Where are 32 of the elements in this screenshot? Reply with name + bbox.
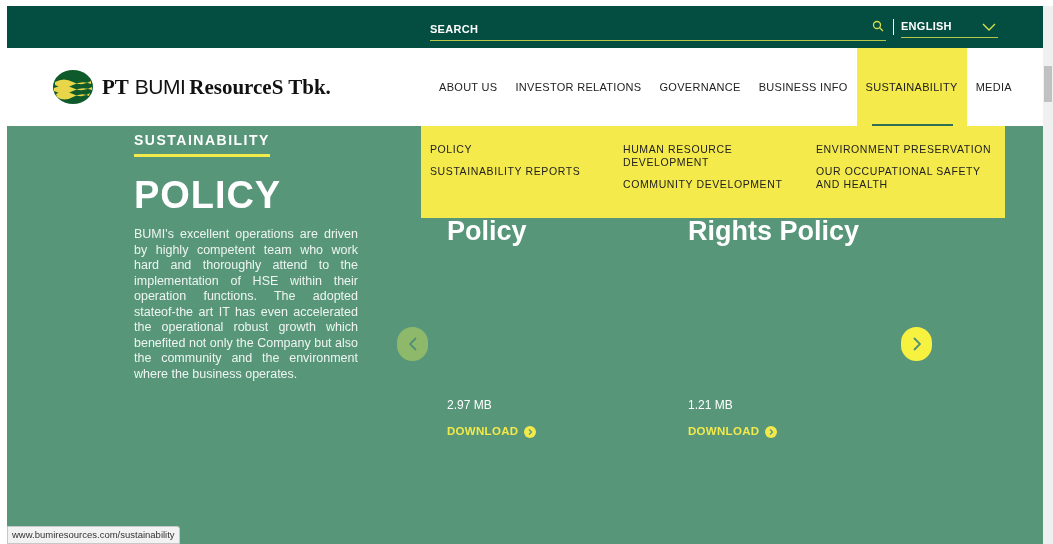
- chevron-down-icon: [982, 22, 996, 31]
- nav-link[interactable]: SUSTAINABILITY: [856, 48, 967, 126]
- nav-link[interactable]: INVESTOR RELATIONS: [506, 48, 651, 126]
- language-dropdown[interactable]: ENGLISH: [901, 16, 998, 38]
- intro-paragraph: BUMI's excellent operations are driven by highly competent team who work hard and thoroughly attend to the implementation of HSE within their operation functions. The adopted stateof-the art IT has even accelerated the operational robust growth which benefited not only the Company but also the community and the environment where the business operates.: [134, 227, 358, 382]
- search-icon[interactable]: [872, 20, 884, 32]
- chevron-left-icon: [408, 337, 417, 351]
- file-size: 1.21 MB: [688, 397, 733, 414]
- submenu-link[interactable]: ENVIRONMENT PRESERVATION: [816, 143, 992, 156]
- logo-icon: [52, 69, 94, 105]
- submenu-link[interactable]: SUSTAINABILITY REPORTS: [430, 165, 581, 178]
- file-size: 2.97 MB: [447, 397, 492, 414]
- next-button[interactable]: [901, 327, 932, 361]
- chevron-circle-icon: [765, 425, 778, 438]
- document-title: Policy: [447, 216, 527, 246]
- submenu-link[interactable]: COMMUNITY DEVELOPMENT: [623, 178, 783, 191]
- section-label: SUSTAINABILITY: [134, 130, 270, 157]
- nav-link[interactable]: GOVERNANCE: [650, 48, 750, 126]
- scrollbar[interactable]: [1043, 6, 1053, 544]
- chevron-circle-icon: [524, 425, 537, 438]
- submenu-link[interactable]: POLICY: [430, 143, 473, 156]
- nav-link[interactable]: ABOUT US: [430, 48, 507, 126]
- status-url: www.bumiresources.com/sustainability: [7, 526, 180, 544]
- search-field[interactable]: SEARCH: [430, 18, 886, 41]
- nav-link[interactable]: MEDIA: [966, 48, 1021, 126]
- chevron-right-icon: [912, 337, 921, 351]
- submenu-link[interactable]: HUMAN RESOURCE DEVELOPMENT: [623, 143, 803, 169]
- page-title: POLICY: [134, 173, 283, 218]
- nav-link[interactable]: BUSINESS INFO: [749, 48, 857, 126]
- submenu-link[interactable]: OUR OCCUPATIONAL SAFETY AND HEALTH: [816, 165, 996, 191]
- logo-text: PT BUMI ResourceS Tbk.: [102, 73, 331, 101]
- document-title: Rights Policy: [688, 216, 860, 246]
